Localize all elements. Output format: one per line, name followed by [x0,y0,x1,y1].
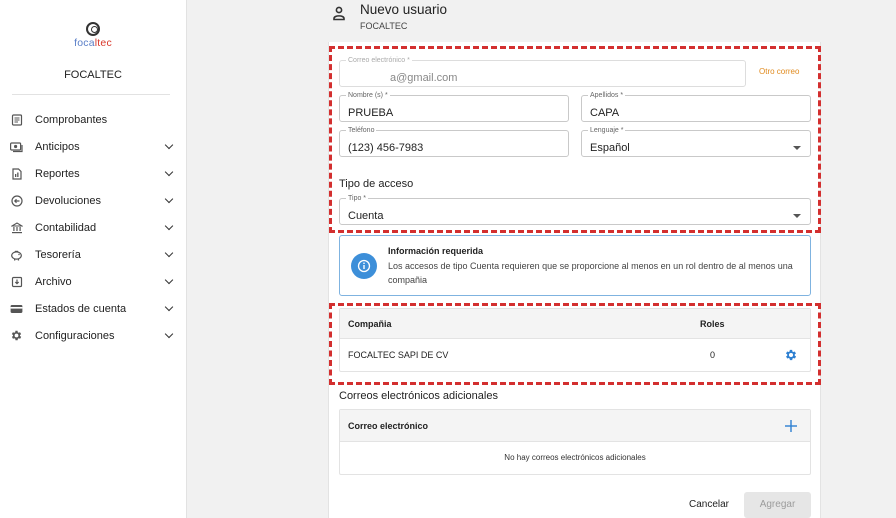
person-icon [333,6,345,21]
telefono-field-label: Teléfono [346,126,377,135]
return-icon [10,194,23,207]
info-title: Información requerida [388,246,484,256]
info-text: Los accesos de tipo Cuenta requieren que… [388,261,793,285]
plus-icon[interactable] [785,420,797,432]
chevron-down-icon [164,248,174,258]
telefono-field[interactable]: Teléfono (123) 456-7983 [339,126,569,157]
cancel-button[interactable]: Cancelar [680,494,738,516]
empty-emails-message: No hay correos electrónicos adicionales [504,453,646,462]
sidebar-item-label: Tesorería [35,248,81,261]
tipo-acceso-title: Tipo de acceso [339,178,414,190]
card-icon [10,302,23,315]
sidebar: focaltec FOCALTEC Comprobantes Anticipos R… [0,0,187,518]
piggy-bank-icon [10,248,23,261]
sidebar-item-estados-de-cuenta[interactable]: Estados de cuenta [0,295,186,322]
extra-emails-header: Correo electrónico [340,410,810,442]
roles-cell: 0 [710,350,716,360]
sidebar-divider [12,94,170,95]
email-column-header: Correo electrónico [348,421,429,431]
sidebar-item-label: Archivo [35,275,72,288]
chevron-down-icon [164,302,174,312]
document-icon [10,113,23,126]
apellidos-field-label: Apellidos * [588,91,626,100]
roles-column-header: Roles [700,319,725,329]
sidebar-item-devoluciones[interactable]: Devoluciones [0,187,186,214]
focaltec-logo: focaltec [72,22,114,49]
chevron-down-icon [164,221,174,231]
sidebar-item-label: Estados de cuenta [35,302,127,315]
company-column-header: Compañia [348,319,392,329]
table-row: FOCALTEC SAPI DE CV 0 [340,339,810,371]
sidebar-item-reportes[interactable]: Reportes [0,160,186,187]
sidebar-item-contabilidad[interactable]: Contabilidad [0,214,186,241]
sidebar-item-label: Devoluciones [35,194,102,207]
extra-emails-table: Correo electrónico No hay correos electr… [339,409,811,475]
sidebar-item-label: Comprobantes [35,113,108,126]
lenguaje-select[interactable]: Lenguaje * Español [581,126,811,157]
sidebar-item-anticipos[interactable]: Anticipos [0,133,186,160]
page-title: Nuevo usuario [360,2,448,17]
sidebar-item-tesoreria[interactable]: Tesorería [0,241,186,268]
otro-correo-link[interactable]: Otro correo [759,67,799,76]
tipo-select[interactable]: Tipo * Cuenta [339,194,811,225]
nombre-field-value: PRUEBA [348,107,394,119]
sidebar-item-label: Contabilidad [35,221,97,234]
nombre-field[interactable]: Nombre (s) * PRUEBA [339,91,569,122]
bank-icon [10,221,23,234]
company-cell: FOCALTEC SAPI DE CV [348,350,449,360]
chevron-down-icon [164,275,174,285]
page-subtitle: FOCALTEC [360,21,408,31]
sidebar-item-label: Configuraciones [35,329,115,342]
sidebar-item-configuraciones[interactable]: Configuraciones [0,322,186,349]
sidebar-item-label: Anticipos [35,140,80,153]
org-name: FOCALTEC [64,69,122,81]
chevron-down-icon [164,329,174,339]
info-icon [351,253,377,279]
companies-table: Compañia Roles FOCALTEC SAPI DE CV 0 [339,308,811,372]
add-button[interactable]: Agregar [744,492,811,518]
money-icon [10,140,23,153]
logo-mark-icon [86,22,100,36]
tipo-select-label: Tipo * [346,194,369,203]
telefono-field-value: (123) 456-7983 [348,142,424,154]
sidebar-item-label: Reportes [35,167,80,180]
email-field-label: Correo electrónico * [346,56,412,65]
gear-icon [10,329,23,342]
email-field[interactable]: Correo electrónico * a@gmail.com [339,56,746,87]
lenguaje-select-value: Español [590,142,630,154]
sidebar-nav: Comprobantes Anticipos Reportes Devolucione… [0,106,186,349]
nombre-field-label: Nombre (s) * [346,91,390,100]
tipo-select-value: Cuenta [348,210,384,222]
extra-emails-title: Correos electrónicos adicionales [339,390,498,402]
caret-down-icon [793,146,801,150]
sidebar-item-archivo[interactable]: Archivo [0,268,186,295]
sidebar-item-comprobantes[interactable]: Comprobantes [0,106,186,133]
gear-icon[interactable] [784,348,798,362]
info-required-alert: Información requerida Los accesos de tip… [339,235,811,296]
apellidos-field[interactable]: Apellidos * CAPA [581,91,811,122]
chevron-down-icon [164,167,174,177]
companies-table-header: Compañia Roles [340,309,810,339]
report-icon [10,167,23,180]
archive-icon [10,275,23,288]
chevron-down-icon [164,140,174,150]
lenguaje-select-label: Lenguaje * [588,126,626,135]
chevron-down-icon [164,194,174,204]
email-field-value: a@gmail.com [390,72,458,84]
caret-down-icon [793,214,801,218]
apellidos-field-value: CAPA [590,107,620,119]
